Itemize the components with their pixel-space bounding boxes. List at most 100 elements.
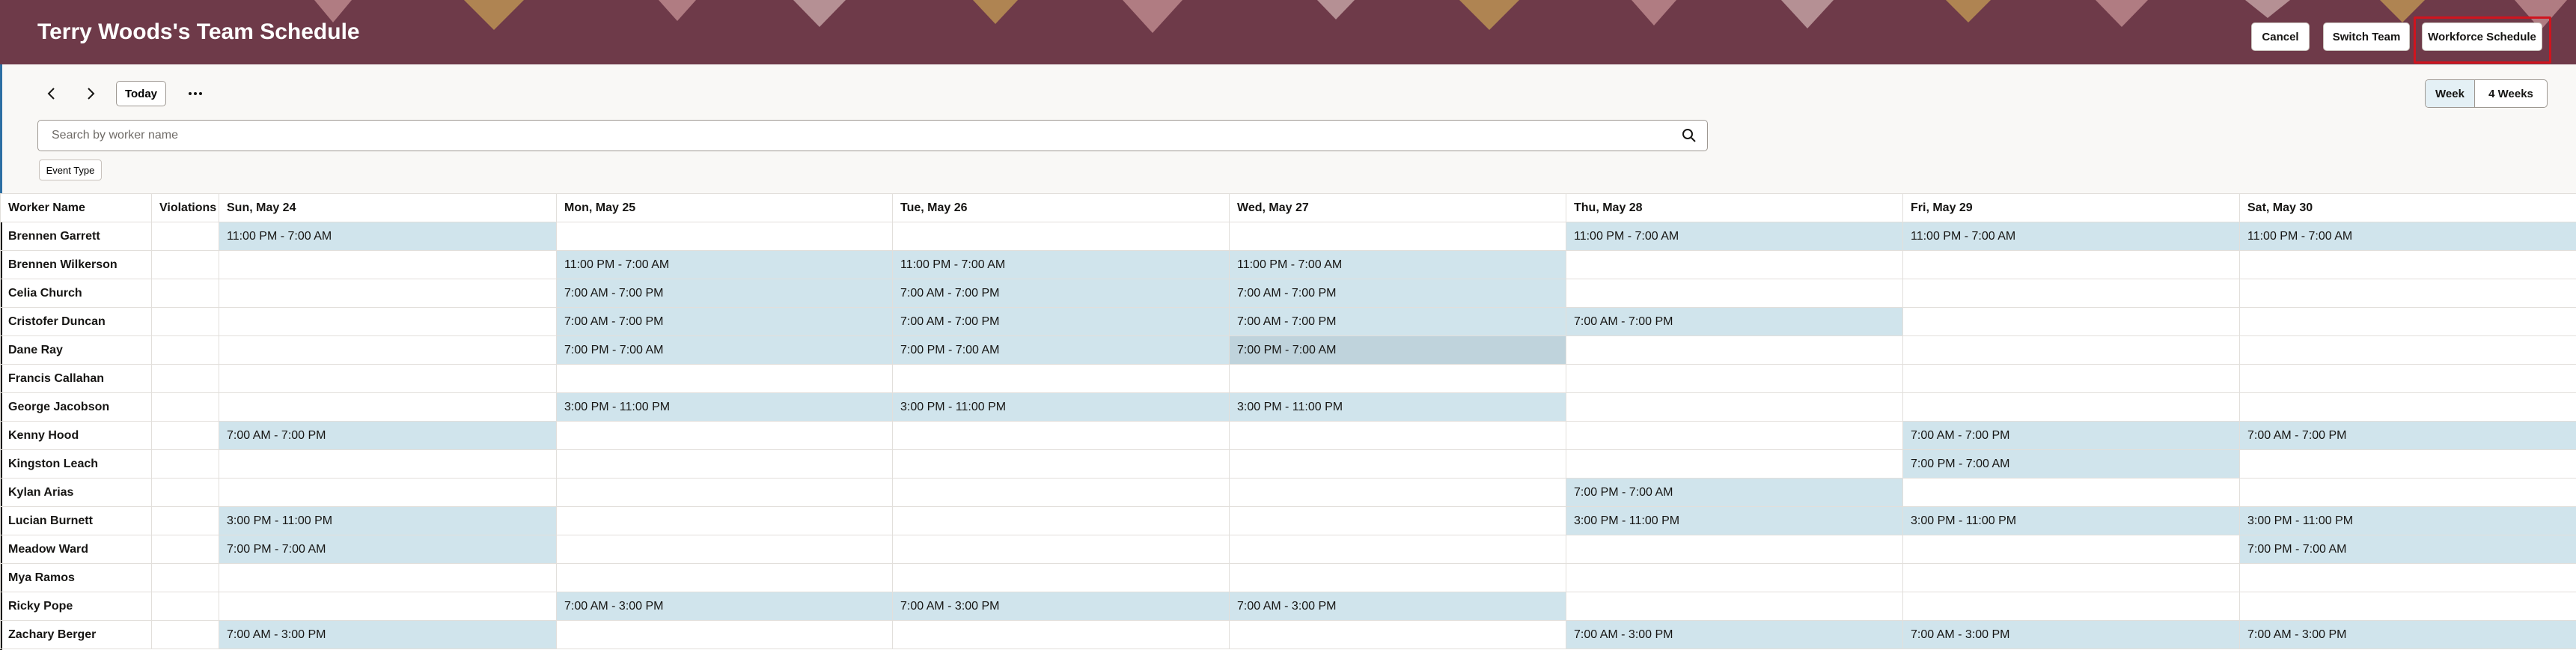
empty-day-cell[interactable]	[2239, 592, 2576, 621]
empty-day-cell[interactable]	[1566, 535, 1903, 564]
empty-day-cell[interactable]	[1566, 364, 1903, 393]
empty-day-cell[interactable]	[219, 250, 557, 279]
shift-cell[interactable]: 7:00 AM - 3:00 PM	[219, 620, 557, 649]
empty-day-cell[interactable]	[1902, 364, 2240, 393]
empty-day-cell[interactable]	[556, 620, 893, 649]
worker-name-cell[interactable]: Kingston Leach	[0, 449, 152, 479]
empty-day-cell[interactable]	[219, 449, 557, 479]
shift-cell[interactable]: 7:00 PM - 7:00 AM	[892, 335, 1230, 365]
shift-cell[interactable]: 7:00 AM - 3:00 PM	[1229, 592, 1566, 621]
shift-cell[interactable]: 11:00 PM - 7:00 AM	[219, 222, 557, 251]
shift-cell[interactable]: 3:00 PM - 11:00 PM	[1229, 392, 1566, 422]
shift-cell[interactable]: 7:00 AM - 3:00 PM	[1902, 620, 2240, 649]
worker-name-cell[interactable]: Kylan Arias	[0, 478, 152, 507]
worker-name-cell[interactable]: George Jacobson	[0, 392, 152, 422]
empty-day-cell[interactable]	[556, 222, 893, 251]
empty-day-cell[interactable]	[2239, 307, 2576, 336]
worker-name-cell[interactable]: Dane Ray	[0, 335, 152, 365]
empty-day-cell[interactable]	[1229, 563, 1566, 592]
shift-cell[interactable]: 7:00 AM - 7:00 PM	[1229, 307, 1566, 336]
empty-day-cell[interactable]	[1229, 449, 1566, 479]
shift-cell[interactable]: 7:00 PM - 7:00 AM	[1566, 478, 1903, 507]
empty-day-cell[interactable]	[1902, 392, 2240, 422]
empty-day-cell[interactable]	[892, 535, 1230, 564]
empty-day-cell[interactable]	[556, 478, 893, 507]
empty-day-cell[interactable]	[1566, 392, 1903, 422]
shift-cell[interactable]: 11:00 PM - 7:00 AM	[1566, 222, 1903, 251]
worker-name-cell[interactable]: Kenny Hood	[0, 421, 152, 450]
empty-day-cell[interactable]	[1566, 421, 1903, 450]
shift-cell[interactable]: 7:00 AM - 7:00 PM	[1566, 307, 1903, 336]
empty-day-cell[interactable]	[556, 506, 893, 535]
worker-name-header[interactable]: Worker Name	[0, 193, 152, 222]
empty-day-cell[interactable]	[1902, 478, 2240, 507]
empty-day-cell[interactable]	[556, 364, 893, 393]
empty-day-cell[interactable]	[1902, 335, 2240, 365]
empty-day-cell[interactable]	[892, 449, 1230, 479]
shift-cell[interactable]: 3:00 PM - 11:00 PM	[556, 392, 893, 422]
empty-day-cell[interactable]	[1902, 563, 2240, 592]
empty-day-cell[interactable]	[219, 364, 557, 393]
worker-name-cell[interactable]: Zachary Berger	[0, 620, 152, 649]
empty-day-cell[interactable]	[556, 563, 893, 592]
shift-cell[interactable]: 3:00 PM - 11:00 PM	[892, 392, 1230, 422]
shift-cell[interactable]: 7:00 AM - 7:00 PM	[2239, 421, 2576, 450]
empty-day-cell[interactable]	[1902, 592, 2240, 621]
week-view-option[interactable]: Week	[2426, 80, 2475, 107]
empty-day-cell[interactable]	[2239, 335, 2576, 365]
empty-day-cell[interactable]	[1229, 222, 1566, 251]
cancel-button[interactable]: Cancel	[2251, 22, 2310, 51]
empty-day-cell[interactable]	[1566, 279, 1903, 308]
shift-cell[interactable]: 7:00 AM - 3:00 PM	[1566, 620, 1903, 649]
today-button[interactable]: Today	[116, 81, 166, 106]
shift-cell[interactable]: 7:00 AM - 7:00 PM	[892, 279, 1230, 308]
shift-cell[interactable]: 7:00 AM - 3:00 PM	[892, 592, 1230, 621]
empty-day-cell[interactable]	[892, 364, 1230, 393]
shift-cell[interactable]: 3:00 PM - 11:00 PM	[1902, 506, 2240, 535]
empty-day-cell[interactable]	[219, 563, 557, 592]
empty-day-cell[interactable]	[892, 421, 1230, 450]
empty-day-cell[interactable]	[1902, 250, 2240, 279]
empty-day-cell[interactable]	[892, 222, 1230, 251]
shift-cell[interactable]: 7:00 AM - 7:00 PM	[892, 307, 1230, 336]
worker-name-cell[interactable]: Meadow Ward	[0, 535, 152, 564]
empty-day-cell[interactable]	[1902, 307, 2240, 336]
chevron-right-icon[interactable]	[79, 82, 102, 105]
empty-day-cell[interactable]	[1229, 478, 1566, 507]
shift-cell[interactable]: 11:00 PM - 7:00 AM	[892, 250, 1230, 279]
empty-day-cell[interactable]	[2239, 478, 2576, 507]
shift-cell[interactable]: 7:00 AM - 7:00 PM	[556, 307, 893, 336]
empty-day-cell[interactable]	[1566, 592, 1903, 621]
empty-day-cell[interactable]	[1229, 364, 1566, 393]
shift-cell[interactable]: 7:00 AM - 7:00 PM	[219, 421, 557, 450]
empty-day-cell[interactable]	[1902, 279, 2240, 308]
shift-cell[interactable]: 11:00 PM - 7:00 AM	[1902, 222, 2240, 251]
shift-cell[interactable]: 3:00 PM - 11:00 PM	[2239, 506, 2576, 535]
empty-day-cell[interactable]	[1229, 535, 1566, 564]
worker-name-cell[interactable]: Celia Church	[0, 279, 152, 308]
shift-cell[interactable]: 7:00 AM - 7:00 PM	[1902, 421, 2240, 450]
event-type-filter[interactable]: Event Type	[39, 160, 102, 180]
shift-cell[interactable]: 3:00 PM - 11:00 PM	[219, 506, 557, 535]
empty-day-cell[interactable]	[2239, 392, 2576, 422]
empty-day-cell[interactable]	[556, 449, 893, 479]
empty-day-cell[interactable]	[556, 535, 893, 564]
violations-header[interactable]: Violations	[151, 193, 219, 222]
empty-day-cell[interactable]	[2239, 449, 2576, 479]
shift-cell[interactable]: 7:00 AM - 3:00 PM	[2239, 620, 2576, 649]
worker-name-cell[interactable]: Ricky Pope	[0, 592, 152, 621]
more-horizontal-icon[interactable]	[184, 82, 207, 105]
empty-day-cell[interactable]	[2239, 563, 2576, 592]
empty-day-cell[interactable]	[2239, 279, 2576, 308]
shift-cell[interactable]: 7:00 PM - 7:00 AM	[1902, 449, 2240, 479]
shift-cell[interactable]: 11:00 PM - 7:00 AM	[1229, 250, 1566, 279]
empty-day-cell[interactable]	[1566, 563, 1903, 592]
empty-day-cell[interactable]	[219, 335, 557, 365]
shift-cell[interactable]: 7:00 PM - 7:00 AM	[556, 335, 893, 365]
worker-name-cell[interactable]: Mya Ramos	[0, 563, 152, 592]
empty-day-cell[interactable]	[219, 307, 557, 336]
empty-day-cell[interactable]	[1229, 421, 1566, 450]
switch-team-button[interactable]: Switch Team	[2323, 22, 2410, 51]
empty-day-cell[interactable]	[1566, 449, 1903, 479]
shift-cell[interactable]: 7:00 PM - 7:00 AM	[1229, 335, 1566, 365]
